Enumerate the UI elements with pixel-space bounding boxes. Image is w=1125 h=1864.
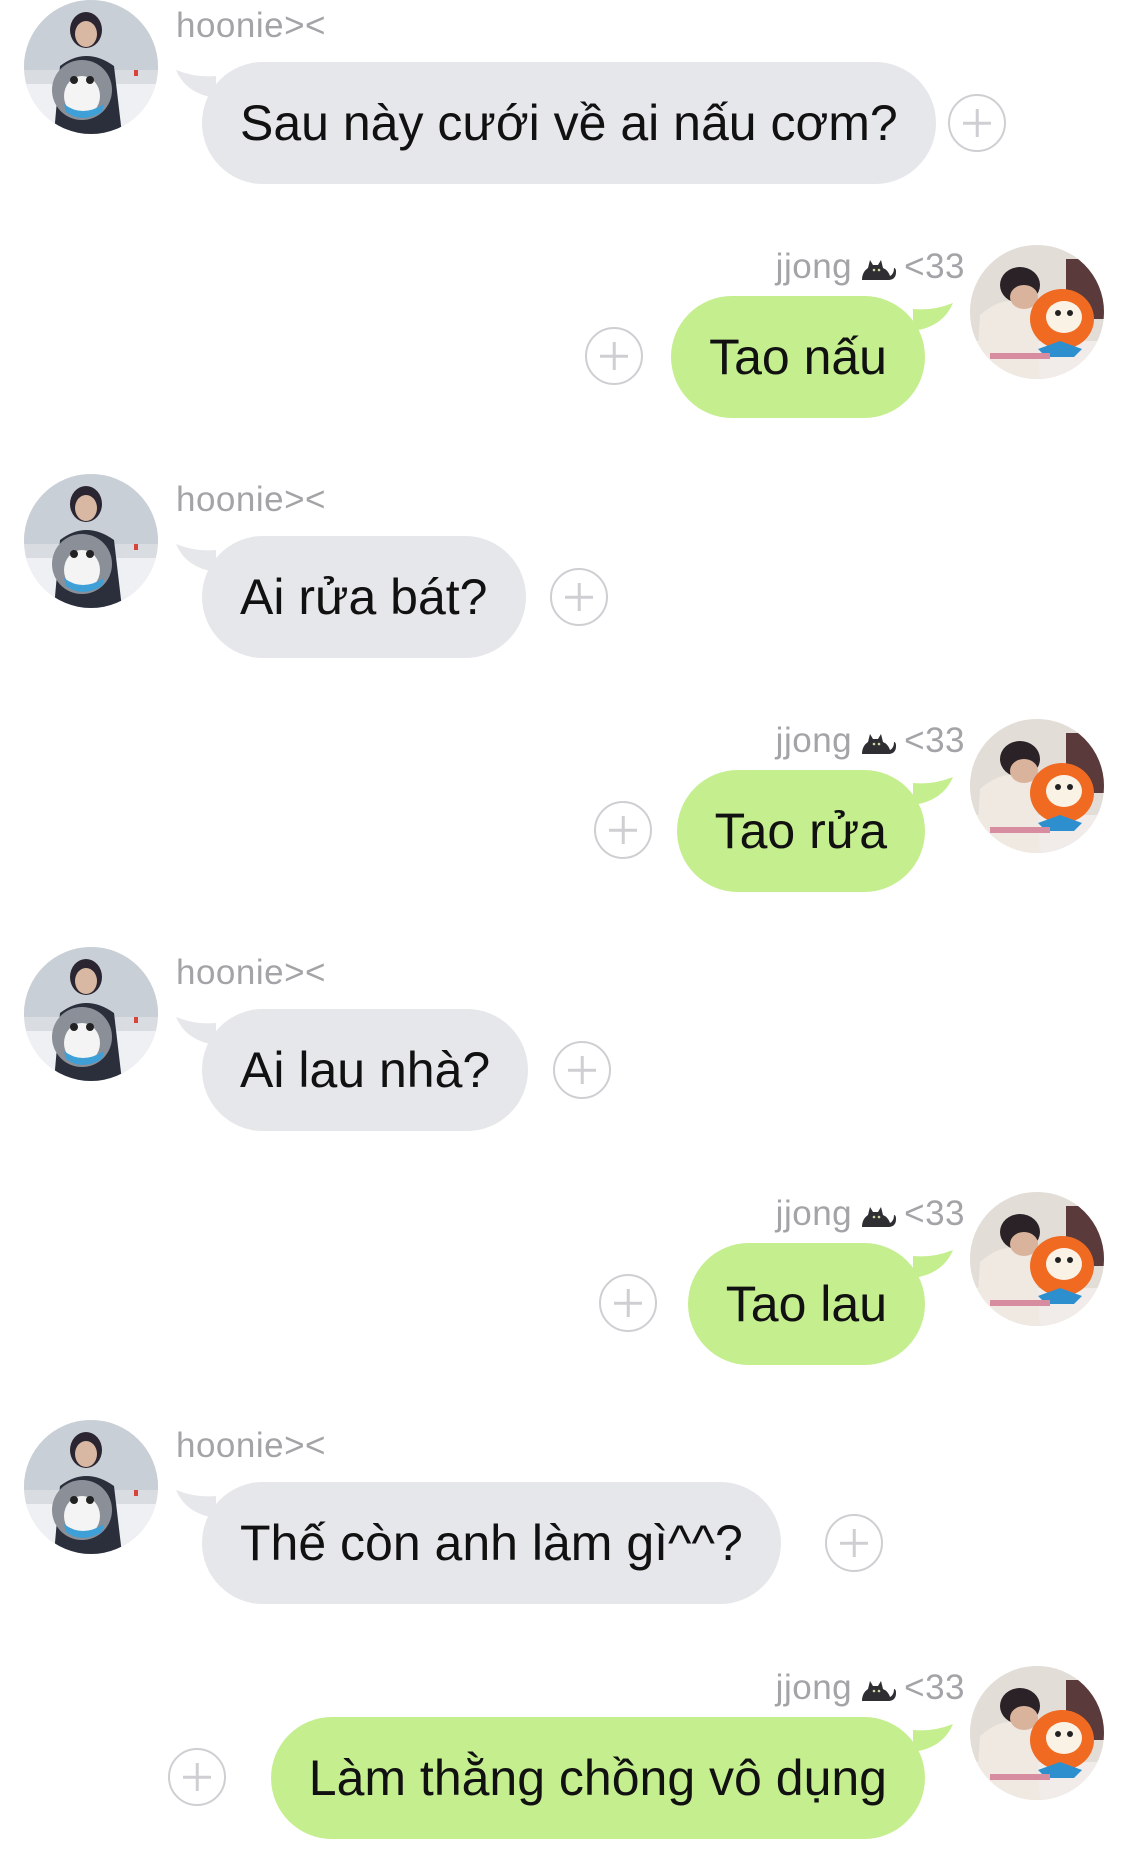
message-bubble[interactable]: Sau này cưới về ai nấu cơm?	[202, 62, 936, 184]
add-reaction-button[interactable]	[948, 94, 1006, 152]
avatar-jjong[interactable]	[970, 1666, 1104, 1800]
sender-name: hoonie><	[176, 1426, 326, 1465]
sender-name: jjong <33	[776, 1668, 965, 1708]
add-reaction-button[interactable]	[594, 801, 652, 859]
add-reaction-button[interactable]	[599, 1274, 657, 1332]
sender-name-text: jjong	[775, 1668, 853, 1707]
message-bubble[interactable]: Thế còn anh làm gì^^?	[202, 1482, 781, 1604]
message-bubble[interactable]: Tao lau	[687, 1243, 925, 1365]
add-reaction-button[interactable]	[585, 327, 643, 385]
sender-name-suffix: <33	[904, 721, 965, 760]
sender-name: hoonie><	[176, 6, 326, 45]
avatar-jjong[interactable]	[970, 245, 1104, 379]
sender-name-text: jjong	[775, 721, 853, 760]
sender-name-text: jjong	[775, 1194, 853, 1233]
sender-name-suffix: <33	[904, 1194, 965, 1233]
add-reaction-button[interactable]	[550, 568, 608, 626]
cat-icon	[858, 1673, 898, 1705]
sender-name-suffix: <33	[904, 1668, 965, 1707]
sender-name: jjong <33	[776, 1194, 965, 1234]
message-bubble[interactable]: Làm thằng chồng vô dụng	[270, 1717, 925, 1839]
cat-icon	[858, 252, 898, 284]
sender-name: hoonie><	[176, 953, 326, 992]
sender-name: jjong <33	[776, 721, 965, 761]
sender-name-suffix: <33	[904, 247, 965, 286]
avatar-jjong[interactable]	[970, 719, 1104, 853]
sender-name: jjong <33	[776, 247, 965, 287]
avatar-hoonie[interactable]	[24, 947, 158, 1081]
cat-icon	[858, 1199, 898, 1231]
avatar-jjong[interactable]	[970, 1192, 1104, 1326]
avatar-hoonie[interactable]	[24, 1420, 158, 1554]
message-bubble[interactable]: Tao nấu	[671, 296, 925, 418]
message-bubble[interactable]: Ai lau nhà?	[202, 1009, 529, 1131]
add-reaction-button[interactable]	[825, 1514, 883, 1572]
avatar-hoonie[interactable]	[24, 0, 158, 134]
message-bubble[interactable]: Tao rửa	[676, 770, 925, 892]
avatar-hoonie[interactable]	[24, 474, 158, 608]
message-bubble[interactable]: Ai rửa bát?	[202, 536, 526, 658]
chat-thread: hoonie>< Sau này cưới về ai nấu cơm? jjo…	[0, 0, 1125, 1864]
sender-name-text: jjong	[775, 247, 853, 286]
cat-icon	[858, 726, 898, 758]
sender-name: hoonie><	[176, 480, 326, 519]
add-reaction-button[interactable]	[553, 1041, 611, 1099]
add-reaction-button[interactable]	[168, 1748, 226, 1806]
